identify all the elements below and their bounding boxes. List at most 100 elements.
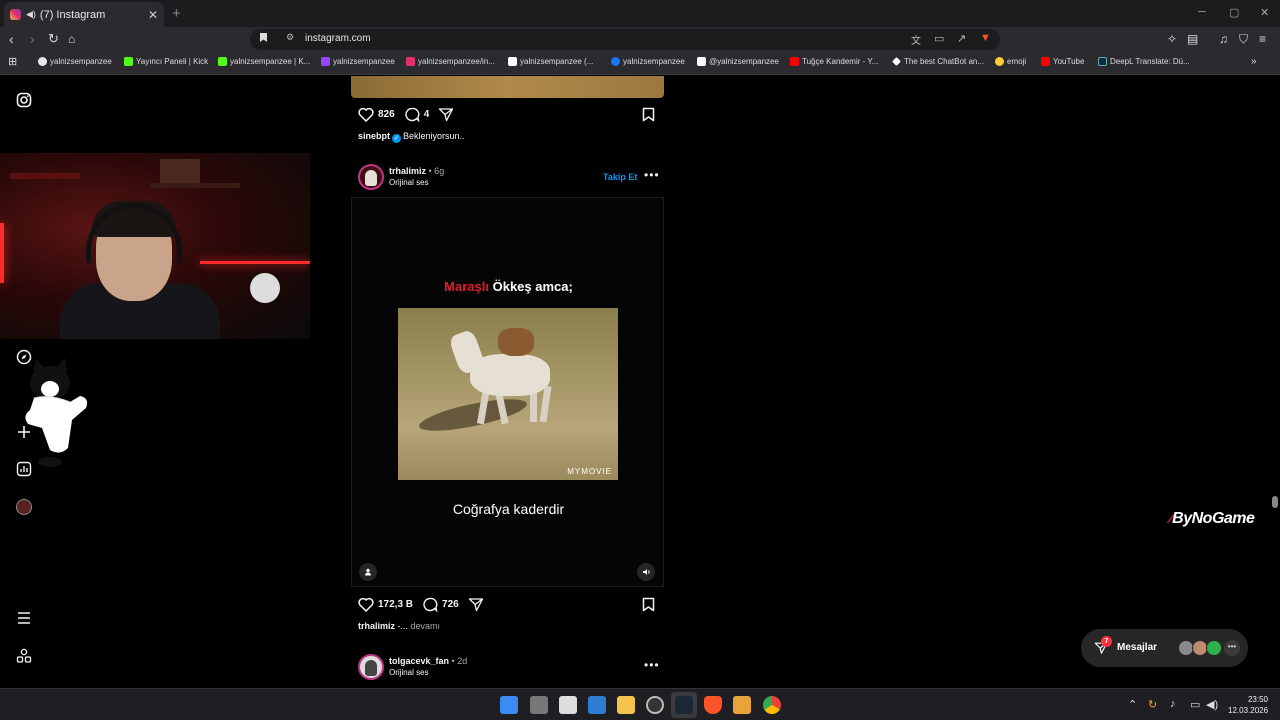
bookmark-item[interactable]: @yalnizsempanzee (697, 57, 779, 66)
bynogame-logo: ⁄ByNoGame (1170, 510, 1255, 527)
bookmark-item[interactable]: Tuğçe Kandemir - Y... (790, 57, 878, 66)
bookmark-item[interactable]: Yayıncı Paneli | Kick (124, 57, 208, 66)
apps-grid-icon[interactable]: ⊞ (8, 55, 17, 68)
user-avatar[interactable] (358, 164, 384, 190)
close-window-icon[interactable]: ✕ (1260, 6, 1269, 19)
snipping-tool-icon[interactable] (559, 696, 577, 714)
bookmark-item[interactable]: emoji (995, 57, 1026, 66)
bookmark-page-icon[interactable] (259, 32, 268, 46)
bookmark-item[interactable]: DeepL Translate: Dü... (1098, 57, 1190, 66)
profile-avatar-icon[interactable] (16, 499, 32, 515)
post-audio[interactable]: Orijinal ses (389, 178, 429, 187)
bookmark-item[interactable]: yalnizsempanzee (... (508, 57, 593, 66)
browser-tab-instagram[interactable]: ◀) (7) Instagram ✕ (4, 2, 164, 27)
sync-icon[interactable]: ↻ (1148, 698, 1157, 711)
obs-icon[interactable] (646, 696, 664, 714)
user-avatar[interactable] (358, 654, 384, 680)
menu-icon[interactable]: ≡ (1259, 31, 1266, 47)
url-text: instagram.com (305, 33, 371, 44)
post-username[interactable]: tolgacevk_fan • 2d (389, 656, 467, 666)
photos-icon[interactable] (588, 696, 606, 714)
sidebar-icon[interactable]: ▤ (1187, 31, 1198, 47)
extensions-icon[interactable]: ✧ (1167, 31, 1177, 47)
more-options-icon[interactable]: ••• (644, 658, 660, 672)
microphone-icon[interactable]: ♪ (1170, 698, 1176, 710)
bookmark-item[interactable]: yalnizsempanzee (38, 57, 112, 66)
volume-icon[interactable] (637, 563, 655, 581)
follow-button[interactable]: Takip Et (603, 172, 637, 182)
address-bar[interactable]: ⚙ instagram.com 文 ▭ ↗ ▼ (250, 29, 1000, 50)
bookmark-item[interactable]: yalnizsempanzee/in... (406, 57, 495, 66)
share-icon[interactable]: ↗ (957, 32, 966, 45)
forward-icon[interactable]: › (30, 31, 35, 47)
restore-icon[interactable]: ▢ (1229, 6, 1239, 19)
like-heart-icon[interactable] (358, 597, 374, 612)
system-clock[interactable]: 23:50 12.03.2026 (1228, 694, 1268, 716)
speaker-icon[interactable]: ◀) (26, 9, 36, 20)
bookmark-item[interactable]: yalnizsempanzee | K... (218, 57, 310, 66)
site-info-icon[interactable]: ⚙ (286, 32, 294, 43)
tab-close-icon[interactable]: ✕ (148, 8, 158, 22)
brave-browser-icon[interactable] (704, 696, 722, 714)
messages-button[interactable]: 7 Mesajlar ••• (1081, 629, 1248, 667)
post-username[interactable]: trhalimiz • 6g (389, 166, 444, 176)
kick-icon (124, 57, 133, 66)
instagram-icon (406, 57, 415, 66)
bookmarks-bar: ⊞ yalnizsempanzee Yayıncı Paneli | Kick … (0, 52, 1280, 75)
caption-text: Bekleniyorsun.. (403, 131, 465, 141)
led-strip (0, 223, 4, 283)
bookmark-item[interactable]: yalnizsempanzee (321, 57, 395, 66)
save-bookmark-icon[interactable] (642, 107, 655, 122)
new-tab-button[interactable]: + (172, 5, 181, 22)
task-view-icon[interactable] (530, 696, 548, 714)
saddle-load (498, 328, 534, 356)
page-scrollbar[interactable] (1272, 496, 1278, 508)
post-image[interactable] (351, 76, 664, 98)
minimize-icon[interactable]: ─ (1198, 6, 1206, 18)
volume-tray-icon[interactable]: ◀) (1206, 698, 1218, 711)
reel-video[interactable]: Maraşlı Ökkeş amca; MYMOVIE Coğrafya kad… (351, 197, 664, 587)
windows-taskbar: ⌃ ↻ ♪ ▭ ◀) 23:50 12.03.2026 (0, 688, 1280, 720)
back-icon[interactable]: ‹ (9, 31, 14, 47)
instagram-logo-icon[interactable] (16, 92, 32, 108)
tagged-users-icon[interactable] (359, 563, 377, 581)
brave-shield-icon[interactable]: ▼ (980, 32, 991, 44)
post-audio[interactable]: Orijinal ses (389, 668, 429, 677)
more-bookmarks-icon[interactable]: » (1251, 56, 1257, 67)
caption-username[interactable]: trhalimiz (358, 621, 395, 631)
comment-icon[interactable] (422, 597, 438, 612)
chrome-icon[interactable] (763, 696, 781, 714)
vpn-shield-icon[interactable]: ⛉ (1239, 31, 1248, 47)
network-icon[interactable]: ▭ (1190, 698, 1200, 711)
start-menu-icon[interactable] (500, 696, 518, 714)
home-icon[interactable]: ⌂ (68, 31, 75, 47)
bookmark-item[interactable]: yalnizsempanzee (611, 57, 685, 66)
steam-icon[interactable] (675, 696, 693, 714)
comment-icon[interactable] (404, 107, 420, 122)
caption-username[interactable]: sinebpt (358, 131, 390, 141)
hamburger-menu-icon[interactable] (16, 610, 32, 626)
more-options-icon[interactable]: ••• (644, 168, 660, 182)
tiktok-icon (508, 57, 517, 66)
emoji-icon (995, 57, 1004, 66)
like-heart-icon[interactable] (358, 107, 374, 122)
share-icon[interactable] (438, 107, 454, 122)
post-header: tolgacevk_fan • 2d Orijinal ses ••• (358, 654, 660, 682)
chatbot-icon (892, 57, 901, 66)
twitch-icon (321, 57, 330, 66)
also-from-meta-icon[interactable] (16, 648, 32, 664)
share-icon[interactable] (468, 597, 484, 612)
save-bookmark-icon[interactable] (642, 597, 655, 612)
file-explorer-icon[interactable] (617, 696, 635, 714)
caption-more-link[interactable]: devamı (411, 621, 441, 631)
tray-overflow-icon[interactable]: ⌃ (1128, 698, 1137, 711)
media-icon[interactable]: ♫ (1219, 31, 1228, 47)
bookmark-item[interactable]: YouTube (1041, 57, 1084, 66)
translate-icon[interactable]: 文 (911, 32, 921, 47)
x-twitter-icon (697, 57, 706, 66)
bookmark-item[interactable]: The best ChatBot an... (892, 57, 984, 66)
bookmark-favicon-icon (38, 57, 47, 66)
reload-icon[interactable]: ↻ (48, 31, 59, 47)
media-player-icon[interactable] (733, 696, 751, 714)
cast-icon[interactable]: ▭ (934, 32, 944, 45)
